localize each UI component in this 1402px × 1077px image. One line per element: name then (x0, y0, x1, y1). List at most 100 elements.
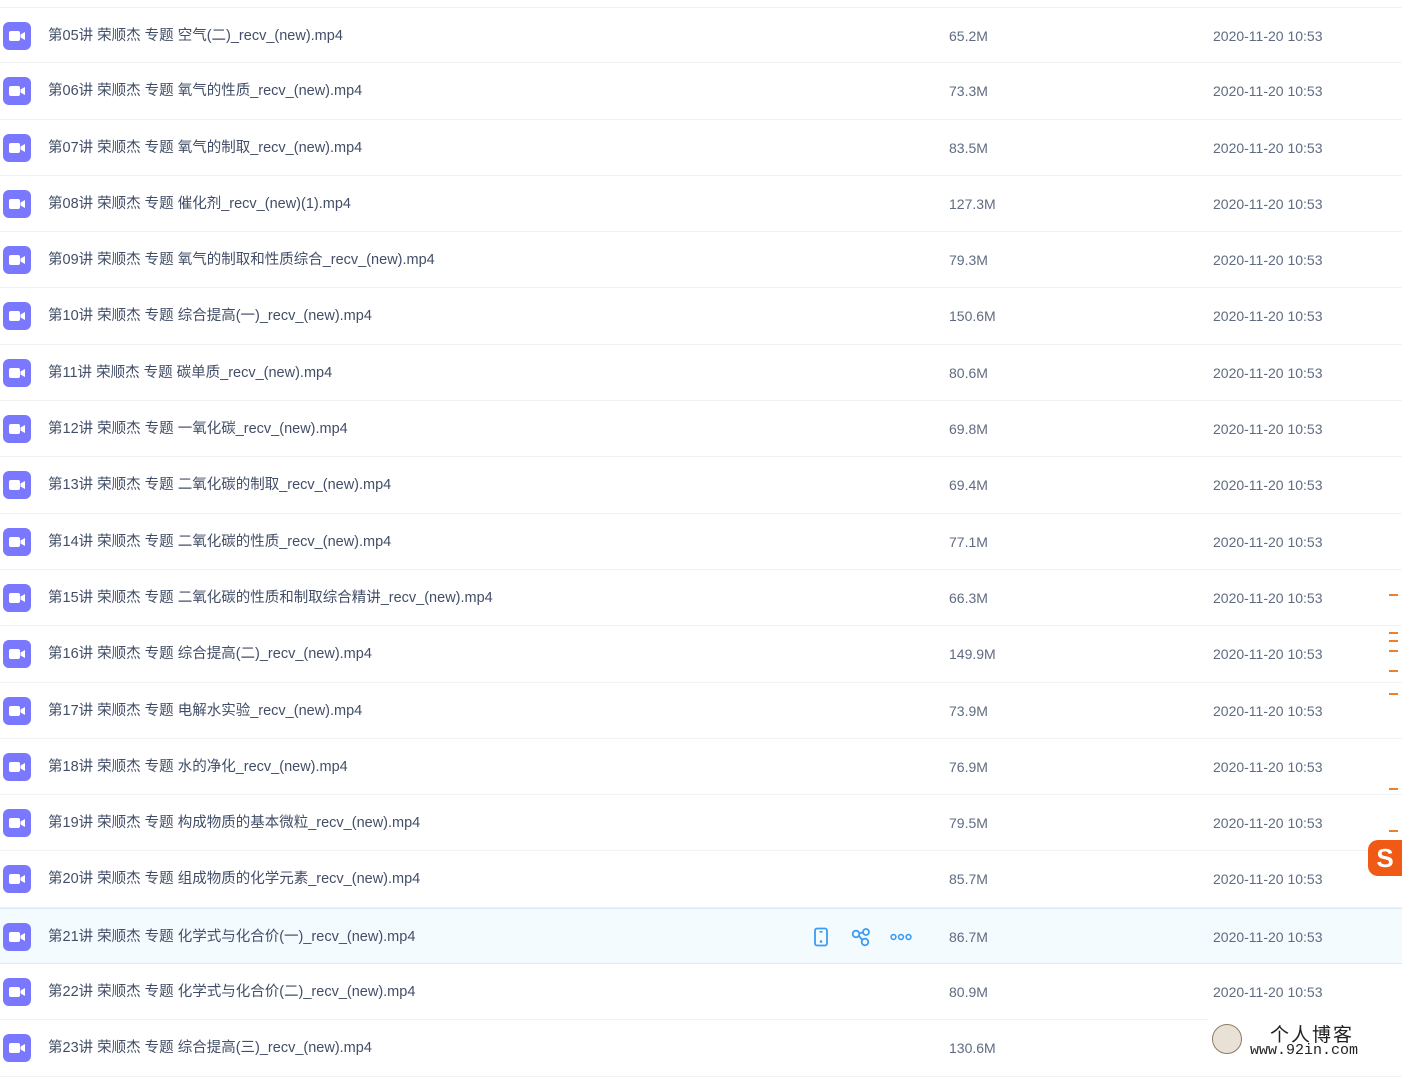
file-row[interactable]: 第09讲 荣顺杰 专题 氧气的制取和性质综合_recv_(new).mp4 79… (0, 232, 1402, 289)
video-file-icon (3, 415, 31, 444)
video-file-icon (3, 358, 31, 387)
file-size: 77.1M (949, 533, 988, 550)
file-name[interactable]: 第20讲 荣顺杰 专题 组成物质的化学元素_recv_(new).mp4 (48, 851, 420, 907)
file-size: 80.9M (949, 984, 988, 1001)
video-file-icon (3, 133, 31, 162)
video-file-icon (3, 640, 31, 669)
video-file-icon (3, 471, 31, 500)
file-date: 2020-11-20 10:53 (1213, 477, 1323, 494)
file-size: 80.6M (949, 364, 988, 381)
file-date: 2020-11-20 10:53 (1213, 815, 1323, 832)
file-name[interactable]: 第18讲 荣顺杰 专题 水的净化_recv_(new).mp4 (48, 739, 348, 795)
watermark-url: www.92in.com (1250, 1042, 1359, 1059)
video-file-icon (3, 189, 31, 218)
file-date: 2020-11-20 10:53 (1213, 758, 1323, 775)
file-name[interactable]: 第06讲 荣顺杰 专题 氧气的性质_recv_(new).mp4 (48, 63, 362, 119)
file-size: 73.9M (949, 702, 988, 719)
file-name[interactable]: 第10讲 荣顺杰 专题 综合提高(一)_recv_(new).mp4 (48, 288, 372, 344)
file-row[interactable]: 第22讲 荣顺杰 专题 化学式与化合价(二)_recv_(new).mp4 80… (0, 964, 1402, 1021)
file-list: 第05讲 荣顺杰 专题 空气(二)_recv_(new).mp4 65.2M 2… (0, 7, 1402, 1077)
file-name[interactable]: 第11讲 荣顺杰 专题 碳单质_recv_(new).mp4 (48, 345, 332, 401)
file-date: 2020-11-20 10:53 (1213, 28, 1323, 44)
video-file-icon (3, 302, 31, 331)
file-name[interactable]: 第05讲 荣顺杰 专题 空气(二)_recv_(new).mp4 (48, 8, 343, 64)
file-name[interactable]: 第16讲 荣顺杰 专题 综合提高(二)_recv_(new).mp4 (48, 626, 372, 682)
file-name[interactable]: 第13讲 荣顺杰 专题 二氧化碳的制取_recv_(new).mp4 (48, 457, 391, 513)
row-actions (810, 926, 912, 948)
phone-icon[interactable] (810, 926, 832, 948)
file-date: 2020-11-20 10:53 (1213, 364, 1323, 381)
file-size: 73.3M (949, 83, 988, 100)
file-size: 69.8M (949, 421, 988, 438)
file-date: 2020-11-20 10:53 (1213, 308, 1323, 325)
file-row[interactable]: 第15讲 荣顺杰 专题 二氧化碳的性质和制取综合精讲_recv_(new).mp… (0, 570, 1402, 627)
file-row[interactable]: 第08讲 荣顺杰 专题 催化剂_recv_(new)(1).mp4 127.3M… (0, 176, 1402, 233)
file-row[interactable]: 第18讲 荣顺杰 专题 水的净化_recv_(new).mp4 76.9M 20… (0, 739, 1402, 796)
file-row[interactable]: 第11讲 荣顺杰 专题 碳单质_recv_(new).mp4 80.6M 202… (0, 345, 1402, 402)
file-name[interactable]: 第23讲 荣顺杰 专题 综合提高(三)_recv_(new).mp4 (48, 1020, 372, 1076)
file-size: 150.6M (949, 308, 996, 325)
file-date: 2020-11-20 10:53 (1213, 984, 1323, 1001)
file-date: 2020-11-20 10:53 (1213, 139, 1323, 156)
file-size: 69.4M (949, 477, 988, 494)
file-row[interactable]: 第16讲 荣顺杰 专题 综合提高(二)_recv_(new).mp4 149.9… (0, 626, 1402, 683)
file-name[interactable]: 第22讲 荣顺杰 专题 化学式与化合价(二)_recv_(new).mp4 (48, 964, 415, 1020)
file-row[interactable]: 第23讲 荣顺杰 专题 综合提高(三)_recv_(new).mp4 130.6… (0, 1020, 1402, 1077)
file-row[interactable]: 第10讲 荣顺杰 专题 综合提高(一)_recv_(new).mp4 150.6… (0, 288, 1402, 345)
file-date: 2020-11-20 10:53 (1213, 702, 1323, 719)
video-file-icon (3, 246, 31, 275)
file-size: 149.9M (949, 646, 996, 663)
video-file-icon (3, 978, 31, 1007)
file-size: 85.7M (949, 871, 988, 888)
file-size: 76.9M (949, 758, 988, 775)
file-size: 86.7M (949, 928, 988, 945)
file-row[interactable]: 第12讲 荣顺杰 专题 一氧化碳_recv_(new).mp4 69.8M 20… (0, 401, 1402, 458)
file-size: 66.3M (949, 589, 988, 606)
file-size: 79.5M (949, 815, 988, 832)
file-size: 127.3M (949, 195, 996, 212)
file-row[interactable]: 第20讲 荣顺杰 专题 组成物质的化学元素_recv_(new).mp4 85.… (0, 851, 1402, 908)
file-date: 2020-11-20 10:53 (1213, 928, 1323, 945)
file-size: 130.6M (949, 1040, 996, 1057)
video-file-icon (3, 22, 31, 50)
more-icon[interactable] (890, 926, 912, 948)
file-row[interactable]: 第19讲 荣顺杰 专题 构成物质的基本微粒_recv_(new).mp4 79.… (0, 795, 1402, 852)
file-name[interactable]: 第14讲 荣顺杰 专题 二氧化碳的性质_recv_(new).mp4 (48, 514, 391, 570)
sogou-ime-icon[interactable]: S (1368, 840, 1402, 876)
file-date: 2020-11-20 10:53 (1213, 252, 1323, 269)
video-file-icon (3, 77, 31, 106)
file-date: 2020-11-20 10:53 (1213, 533, 1323, 550)
file-row[interactable]: 第21讲 荣顺杰 专题 化学式与化合价(一)_recv_(new).mp4 86… (0, 907, 1402, 965)
file-name[interactable]: 第21讲 荣顺杰 专题 化学式与化合价(一)_recv_(new).mp4 (48, 909, 415, 965)
file-name[interactable]: 第15讲 荣顺杰 专题 二氧化碳的性质和制取综合精讲_recv_(new).mp… (48, 570, 493, 626)
side-scroll-marks (1384, 590, 1398, 840)
video-file-icon (3, 583, 31, 612)
file-name[interactable]: 第17讲 荣顺杰 专题 电解水实验_recv_(new).mp4 (48, 683, 362, 739)
file-row[interactable]: 第13讲 荣顺杰 专题 二氧化碳的制取_recv_(new).mp4 69.4M… (0, 457, 1402, 514)
file-row[interactable]: 第14讲 荣顺杰 专题 二氧化碳的性质_recv_(new).mp4 77.1M… (0, 514, 1402, 570)
file-name[interactable]: 第19讲 荣顺杰 专题 构成物质的基本微粒_recv_(new).mp4 (48, 795, 420, 851)
file-name[interactable]: 第07讲 荣顺杰 专题 氧气的制取_recv_(new).mp4 (48, 120, 362, 176)
video-file-icon (3, 752, 31, 781)
watermark: 个人博客 www.92in.com (1208, 1018, 1402, 1062)
video-file-icon (3, 696, 31, 725)
file-size: 83.5M (949, 139, 988, 156)
share-icon[interactable] (850, 926, 872, 948)
file-name[interactable]: 第09讲 荣顺杰 专题 氧气的制取和性质综合_recv_(new).mp4 (48, 232, 435, 288)
file-size: 79.3M (949, 252, 988, 269)
file-size: 65.2M (949, 28, 988, 44)
file-row[interactable]: 第05讲 荣顺杰 专题 空气(二)_recv_(new).mp4 65.2M 2… (0, 7, 1402, 64)
file-name[interactable]: 第12讲 荣顺杰 专题 一氧化碳_recv_(new).mp4 (48, 401, 348, 457)
file-date: 2020-11-20 10:53 (1213, 83, 1323, 100)
file-date: 2020-11-20 10:53 (1213, 195, 1323, 212)
file-row[interactable]: 第17讲 荣顺杰 专题 电解水实验_recv_(new).mp4 73.9M 2… (0, 683, 1402, 739)
file-row[interactable]: 第07讲 荣顺杰 专题 氧气的制取_recv_(new).mp4 83.5M 2… (0, 120, 1402, 176)
file-date: 2020-11-20 10:53 (1213, 646, 1323, 663)
file-date: 2020-11-20 10:53 (1213, 871, 1323, 888)
video-file-icon (3, 1034, 31, 1063)
file-name[interactable]: 第08讲 荣顺杰 专题 催化剂_recv_(new)(1).mp4 (48, 176, 351, 232)
watermark-avatar (1212, 1024, 1242, 1054)
file-row[interactable]: 第06讲 荣顺杰 专题 氧气的性质_recv_(new).mp4 73.3M 2… (0, 63, 1402, 120)
video-file-icon (3, 527, 31, 556)
video-file-icon (3, 865, 31, 894)
